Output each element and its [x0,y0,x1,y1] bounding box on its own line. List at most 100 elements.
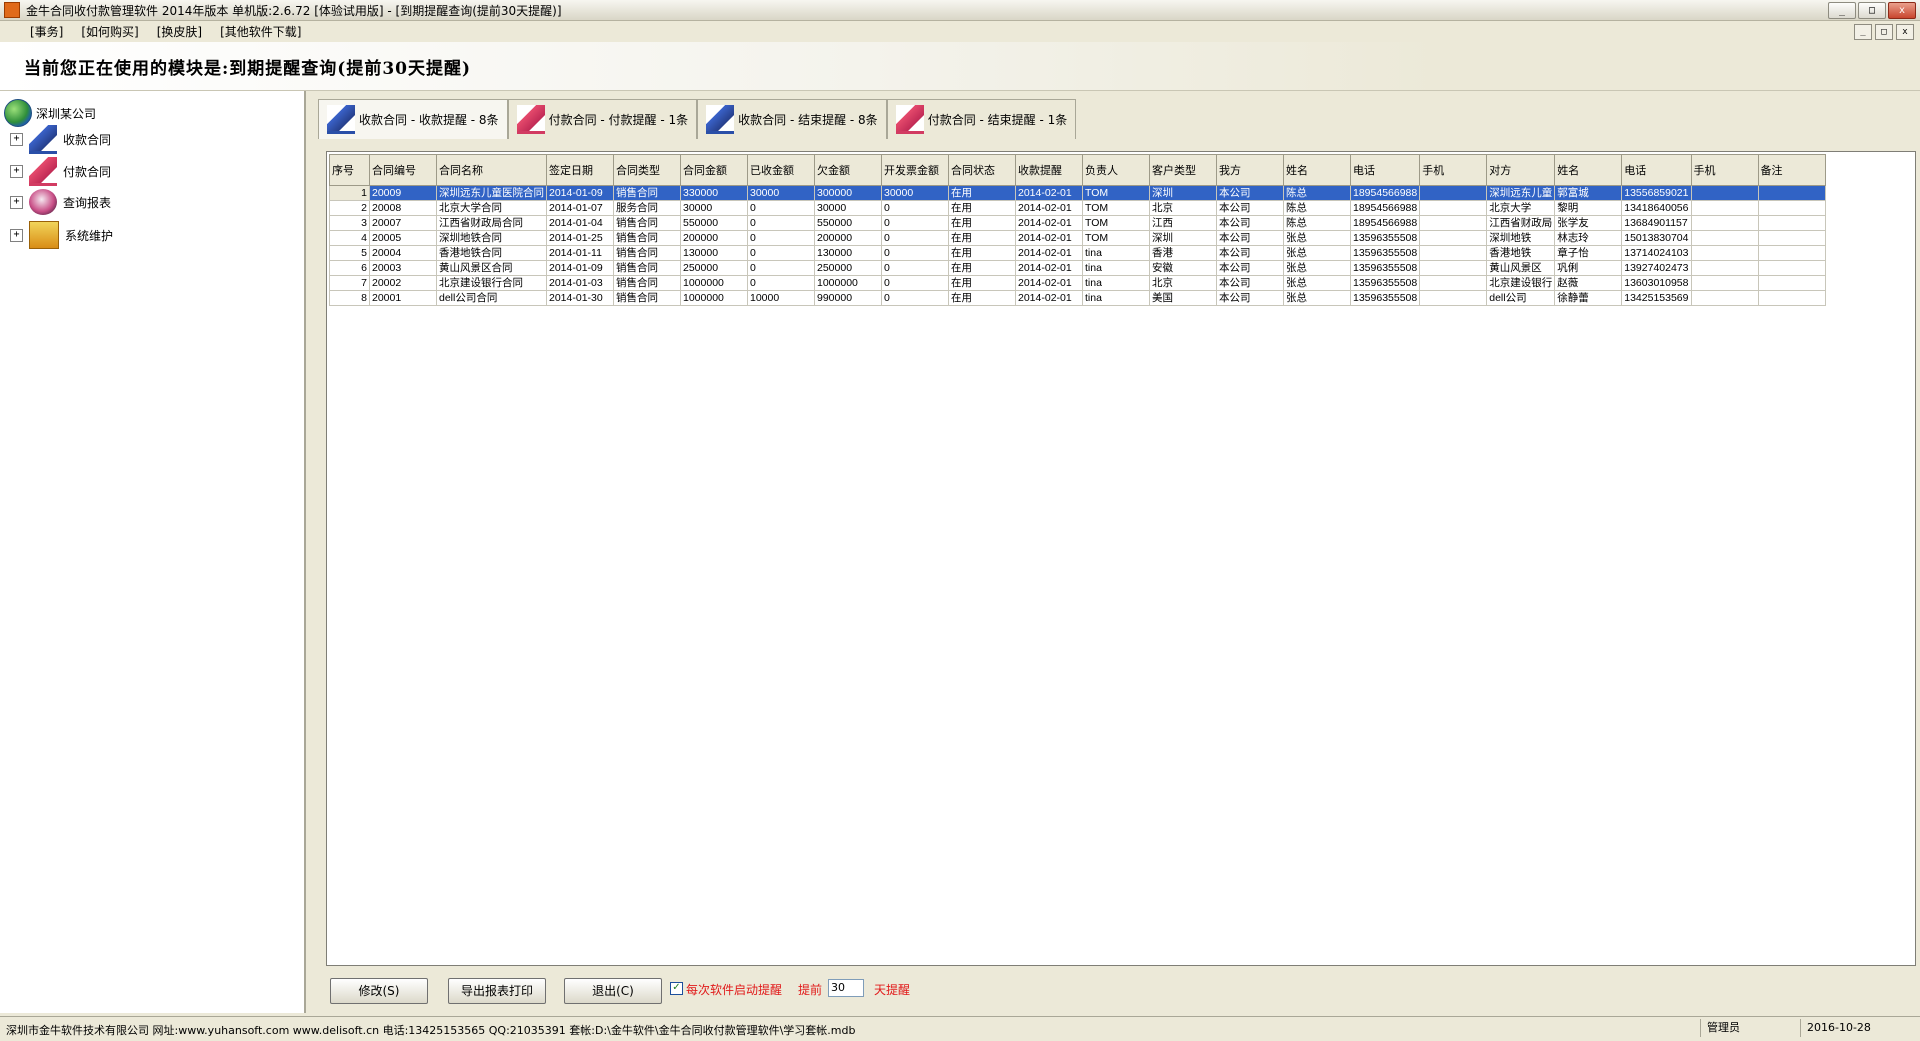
title-bar: 金牛合同收付款管理软件 2014年版本 单机版:2.6.72 [体验试用版] -… [0,0,1920,21]
table-cell: 2014-01-11 [546,245,614,261]
table-cell: 在用 [948,245,1016,261]
table-cell: 13596355508 [1349,245,1421,261]
table-row[interactable]: 8 20001 dell公司合同 2014-01-30 销售合同 1000000 10000… [329,290,1826,306]
column-header[interactable]: 签定日期 [546,154,614,186]
table-cell: 13418640056 [1621,200,1692,216]
column-header[interactable]: 合同金额 [680,154,748,186]
tab-label: 付款合同 - 付款提醒 - 1条 [548,113,689,127]
minimize-button[interactable]: _ [1828,2,1856,19]
column-header[interactable]: 序号 [329,154,370,186]
tree-node-payable-contracts[interactable]: + 付款合同 [10,157,111,186]
export-print-button[interactable]: 导出报表打印 [448,978,546,1004]
table-cell: 550000 [814,215,882,231]
tree-root-company[interactable]: 深圳某公司 [4,99,96,127]
expand-icon[interactable]: + [10,133,23,146]
table-row[interactable]: 5 20004 香港地铁合同 2014-01-11 销售合同 130000 0 130000 0… [329,245,1826,261]
expand-icon[interactable]: + [10,195,23,209]
expand-icon[interactable]: + [10,228,23,242]
table-cell: TOM [1082,215,1150,231]
column-header[interactable]: 负责人 [1082,154,1150,186]
table-cell: 江西省财政局 [1486,215,1556,231]
column-header[interactable]: 姓名 [1554,154,1623,186]
report-icon [29,189,57,215]
column-header[interactable]: 电话 [1349,154,1421,186]
table-cell: 2014-01-09 [546,260,614,276]
column-header[interactable]: 电话 [1621,154,1692,186]
column-header[interactable]: 我方 [1216,154,1284,186]
table-cell [1757,230,1826,246]
table-cell: 2014-01-09 [546,185,614,201]
modify-button[interactable]: 修改(S) [330,978,428,1004]
mdi-close-button[interactable]: x [1896,24,1914,40]
column-header[interactable]: 合同编号 [369,154,437,186]
table-row[interactable]: 6 20003 黄山风景区合同 2014-01-09 销售合同 250000 0 250000… [329,260,1826,276]
column-header[interactable]: 欠金额 [814,154,882,186]
days-input[interactable]: 30 [828,979,864,997]
column-header[interactable]: 已收金额 [747,154,815,186]
column-header[interactable]: 合同类型 [613,154,681,186]
table-cell: 张总 [1283,275,1351,291]
close-button[interactable]: x [1888,2,1916,19]
tree-node-system-maintenance[interactable]: + 系统维护 [10,221,113,249]
column-header[interactable]: 对方 [1486,154,1556,186]
table-row[interactable]: 3 20007 江西省财政局合同 2014-01-04 销售合同 550000 0 55000… [329,215,1826,231]
table-cell: 13596355508 [1349,290,1421,306]
tree-root-label: 深圳某公司 [36,106,97,121]
menu-item-other-software[interactable]: [其他软件下载] [220,23,301,40]
mdi-restore-button[interactable]: □ [1875,24,1893,40]
tab-receivable-end-reminder[interactable]: 收款合同 - 结束提醒 - 8条 [697,99,887,139]
tree-node-receivable-contracts[interactable]: + 收款合同 [10,125,111,154]
tree-node-query-reports[interactable]: + 查询报表 [10,189,111,215]
table-cell [1690,230,1759,246]
mdi-minimize-button[interactable]: _ [1854,24,1872,40]
table-cell: 0 [747,200,815,216]
column-header[interactable]: 客户类型 [1149,154,1217,186]
column-header[interactable]: 手机 [1419,154,1488,186]
menu-item-change-skin[interactable]: [换皮肤] [157,23,202,40]
table-row[interactable]: 2 20008 北京大学合同 2014-01-07 服务合同 30000 0 30000 0 在用… [329,200,1826,216]
table-cell: 黄山风景区 [1486,260,1556,276]
days-label: 天提醒 [874,983,911,997]
startup-reminder-label: 每次软件启动提醒 [686,983,783,997]
tab-payable-end-reminder[interactable]: 付款合同 - 结束提醒 - 1条 [886,99,1077,139]
table-cell: 巩俐 [1554,260,1623,276]
table-cell: TOM [1082,200,1150,216]
column-header[interactable]: 合同名称 [436,154,547,186]
table-cell: 深圳地铁合同 [436,230,547,246]
column-header[interactable]: 备注 [1757,154,1826,186]
table-row[interactable]: 4 20005 深圳地铁合同 2014-01-25 销售合同 200000 0 200000 0… [329,230,1826,246]
startup-reminder-checkbox[interactable]: ✓ [670,982,683,995]
table-cell [1757,215,1826,231]
window-controls: _ □ x [1828,2,1916,19]
table-header-row: 序号 合同编号 合同名称 签定日期 合同类型 合同金额 已收金额 欠金额 开发票金额 合同状态 收款… [329,154,1826,186]
table-cell: 30000 [881,185,949,201]
column-header[interactable]: 开发票金额 [881,154,949,186]
table-row[interactable]: 1 20009 深圳远东儿童医院合同 2014-01-09 销售合同 330000 3000… [329,185,1826,201]
column-header[interactable]: 收款提醒 [1015,154,1083,186]
table-cell [1690,275,1759,291]
data-grid[interactable]: 序号 合同编号 合同名称 签定日期 合同类型 合同金额 已收金额 欠金额 开发票金额 合同状态 收款… [326,151,1916,966]
table-cell: 北京建设银行 [1486,275,1556,291]
tab-receivable-reminder[interactable]: 收款合同 - 收款提醒 - 8条 [318,99,508,139]
menu-item-how-to-buy[interactable]: [如何购买] [81,23,138,40]
table-cell: 0 [747,230,815,246]
tab-payable-reminder[interactable]: 付款合同 - 付款提醒 - 1条 [507,99,698,139]
menu-item-affairs[interactable]: [事务] [30,23,63,40]
maximize-button[interactable]: □ [1858,2,1886,19]
column-header[interactable]: 姓名 [1283,154,1351,186]
column-header[interactable]: 手机 [1690,154,1759,186]
table-cell [1690,185,1759,201]
table-cell: 2014-02-01 [1015,275,1083,291]
table-cell: 0 [881,215,949,231]
table-cell: 18954566988 [1349,215,1421,231]
exit-button[interactable]: 退出(C) [564,978,662,1004]
tree-node-label: 付款合同 [63,165,112,179]
table-cell: 13596355508 [1349,275,1421,291]
table-cell: 2014-01-25 [546,230,614,246]
expand-icon[interactable]: + [10,165,23,178]
column-header[interactable]: 合同状态 [948,154,1016,186]
table-cell: 2014-02-01 [1015,260,1083,276]
table-cell: 北京 [1149,275,1217,291]
table-cell: TOM [1082,185,1150,201]
table-row[interactable]: 7 20002 北京建设银行合同 2014-01-03 销售合同 1000000 0 1000… [329,275,1826,291]
